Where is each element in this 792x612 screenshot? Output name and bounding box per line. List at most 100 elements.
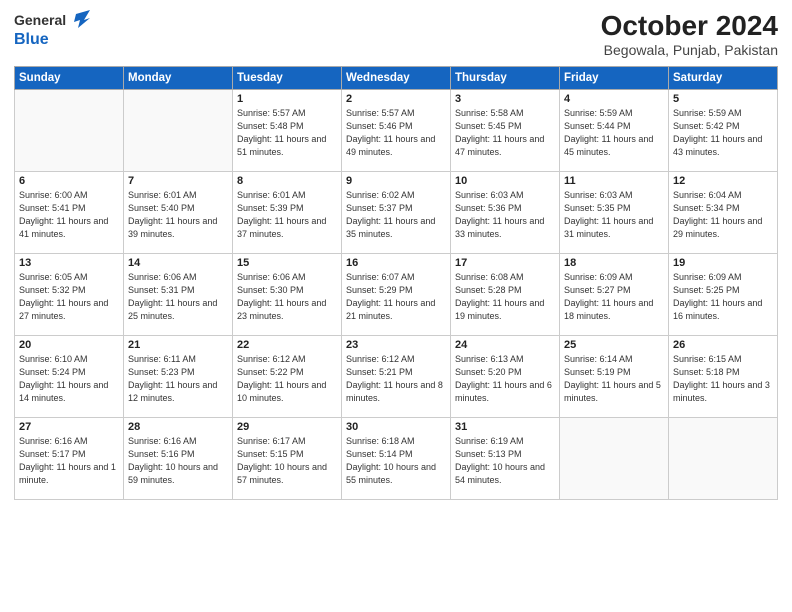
table-row: 17 Sunrise: 6:08 AM Sunset: 5:28 PM Dayli…	[451, 254, 560, 336]
day-number: 26	[673, 339, 773, 351]
day-number: 19	[673, 257, 773, 269]
day-info: Sunrise: 5:59 AM Sunset: 5:44 PM Dayligh…	[564, 107, 664, 159]
day-number: 20	[19, 339, 119, 351]
day-info: Sunrise: 6:15 AM Sunset: 5:18 PM Dayligh…	[673, 353, 773, 405]
table-row: 14 Sunrise: 6:06 AM Sunset: 5:31 PM Dayli…	[124, 254, 233, 336]
table-row: 5 Sunrise: 5:59 AM Sunset: 5:42 PM Daylig…	[669, 90, 778, 172]
day-info: Sunrise: 6:17 AM Sunset: 5:15 PM Dayligh…	[237, 435, 337, 487]
table-row: 15 Sunrise: 6:06 AM Sunset: 5:30 PM Dayli…	[233, 254, 342, 336]
day-number: 29	[237, 421, 337, 433]
day-info: Sunrise: 5:59 AM Sunset: 5:42 PM Dayligh…	[673, 107, 773, 159]
day-number: 10	[455, 175, 555, 187]
table-row: 29 Sunrise: 6:17 AM Sunset: 5:15 PM Dayli…	[233, 418, 342, 500]
day-info: Sunrise: 6:16 AM Sunset: 5:16 PM Dayligh…	[128, 435, 228, 487]
day-number: 5	[673, 93, 773, 105]
day-info: Sunrise: 6:12 AM Sunset: 5:22 PM Dayligh…	[237, 353, 337, 405]
day-info: Sunrise: 6:03 AM Sunset: 5:35 PM Dayligh…	[564, 189, 664, 241]
calendar-week-row: 27 Sunrise: 6:16 AM Sunset: 5:17 PM Dayli…	[15, 418, 778, 500]
logo: General Blue	[14, 10, 90, 49]
day-info: Sunrise: 5:58 AM Sunset: 5:45 PM Dayligh…	[455, 107, 555, 159]
table-row	[669, 418, 778, 500]
day-number: 18	[564, 257, 664, 269]
calendar-week-row: 6Sunrise: 6:00 AM Sunset: 5:41 PM Daylig…	[15, 172, 778, 254]
day-number: 14	[128, 257, 228, 269]
table-row: 13 Sunrise: 6:05 AM Sunset: 5:32 PM Dayli…	[15, 254, 124, 336]
logo-blue-text: Blue	[14, 30, 90, 49]
day-number: 23	[346, 339, 446, 351]
table-row: 30Sunrise: 6:18 AM Sunset: 5:14 PM Dayli…	[342, 418, 451, 500]
day-info: Sunrise: 6:00 AM Sunset: 5:41 PM Dayligh…	[19, 189, 119, 241]
day-info: Sunrise: 6:19 AM Sunset: 5:13 PM Dayligh…	[455, 435, 555, 487]
table-row: 26 Sunrise: 6:15 AM Sunset: 5:18 PM Dayli…	[669, 336, 778, 418]
location-subtitle: Begowala, Punjab, Pakistan	[601, 42, 778, 58]
day-info: Sunrise: 6:13 AM Sunset: 5:20 PM Dayligh…	[455, 353, 555, 405]
col-wednesday: Wednesday	[342, 67, 451, 90]
table-row: 6Sunrise: 6:00 AM Sunset: 5:41 PM Daylig…	[15, 172, 124, 254]
day-info: Sunrise: 6:18 AM Sunset: 5:14 PM Dayligh…	[346, 435, 446, 487]
day-info: Sunrise: 6:01 AM Sunset: 5:39 PM Dayligh…	[237, 189, 337, 241]
table-row: 1Sunrise: 5:57 AM Sunset: 5:48 PM Daylig…	[233, 90, 342, 172]
logo-general-text: General	[14, 12, 66, 29]
col-saturday: Saturday	[669, 67, 778, 90]
table-row: 2 Sunrise: 5:57 AM Sunset: 5:46 PM Daylig…	[342, 90, 451, 172]
table-row: 20 Sunrise: 6:10 AM Sunset: 5:24 PM Dayli…	[15, 336, 124, 418]
table-row: 31 Sunrise: 6:19 AM Sunset: 5:13 PM Dayli…	[451, 418, 560, 500]
day-number: 12	[673, 175, 773, 187]
table-row: 10Sunrise: 6:03 AM Sunset: 5:36 PM Dayli…	[451, 172, 560, 254]
day-info: Sunrise: 6:14 AM Sunset: 5:19 PM Dayligh…	[564, 353, 664, 405]
day-info: Sunrise: 6:09 AM Sunset: 5:25 PM Dayligh…	[673, 271, 773, 323]
table-row: 23Sunrise: 6:12 AM Sunset: 5:21 PM Dayli…	[342, 336, 451, 418]
day-number: 4	[564, 93, 664, 105]
table-row: 18 Sunrise: 6:09 AM Sunset: 5:27 PM Dayli…	[560, 254, 669, 336]
calendar-header-row: Sunday Monday Tuesday Wednesday Thursday…	[15, 67, 778, 90]
day-info: Sunrise: 5:57 AM Sunset: 5:46 PM Dayligh…	[346, 107, 446, 159]
day-number: 31	[455, 421, 555, 433]
day-info: Sunrise: 6:02 AM Sunset: 5:37 PM Dayligh…	[346, 189, 446, 241]
table-row	[15, 90, 124, 172]
table-row: 25Sunrise: 6:14 AM Sunset: 5:19 PM Dayli…	[560, 336, 669, 418]
day-number: 8	[237, 175, 337, 187]
col-sunday: Sunday	[15, 67, 124, 90]
table-row	[124, 90, 233, 172]
table-row: 7Sunrise: 6:01 AM Sunset: 5:40 PM Daylig…	[124, 172, 233, 254]
table-row: 24Sunrise: 6:13 AM Sunset: 5:20 PM Dayli…	[451, 336, 560, 418]
title-area: October 2024 Begowala, Punjab, Pakistan	[601, 10, 778, 58]
day-number: 17	[455, 257, 555, 269]
day-info: Sunrise: 6:08 AM Sunset: 5:28 PM Dayligh…	[455, 271, 555, 323]
table-row: 21 Sunrise: 6:11 AM Sunset: 5:23 PM Dayli…	[124, 336, 233, 418]
day-number: 13	[19, 257, 119, 269]
day-number: 28	[128, 421, 228, 433]
day-number: 15	[237, 257, 337, 269]
table-row: 4 Sunrise: 5:59 AM Sunset: 5:44 PM Daylig…	[560, 90, 669, 172]
table-row: 12Sunrise: 6:04 AM Sunset: 5:34 PM Dayli…	[669, 172, 778, 254]
logo-bird-icon	[68, 10, 90, 30]
table-row	[560, 418, 669, 500]
day-number: 21	[128, 339, 228, 351]
day-number: 16	[346, 257, 446, 269]
col-tuesday: Tuesday	[233, 67, 342, 90]
col-monday: Monday	[124, 67, 233, 90]
day-info: Sunrise: 6:05 AM Sunset: 5:32 PM Dayligh…	[19, 271, 119, 323]
day-number: 27	[19, 421, 119, 433]
day-info: Sunrise: 6:11 AM Sunset: 5:23 PM Dayligh…	[128, 353, 228, 405]
day-info: Sunrise: 6:06 AM Sunset: 5:30 PM Dayligh…	[237, 271, 337, 323]
day-info: Sunrise: 6:07 AM Sunset: 5:29 PM Dayligh…	[346, 271, 446, 323]
table-row: 11 Sunrise: 6:03 AM Sunset: 5:35 PM Dayli…	[560, 172, 669, 254]
col-friday: Friday	[560, 67, 669, 90]
day-number: 2	[346, 93, 446, 105]
day-info: Sunrise: 6:16 AM Sunset: 5:17 PM Dayligh…	[19, 435, 119, 487]
calendar-week-row: 1Sunrise: 5:57 AM Sunset: 5:48 PM Daylig…	[15, 90, 778, 172]
table-row: 8 Sunrise: 6:01 AM Sunset: 5:39 PM Daylig…	[233, 172, 342, 254]
day-info: Sunrise: 6:10 AM Sunset: 5:24 PM Dayligh…	[19, 353, 119, 405]
table-row: 28 Sunrise: 6:16 AM Sunset: 5:16 PM Dayli…	[124, 418, 233, 500]
table-row: 22Sunrise: 6:12 AM Sunset: 5:22 PM Dayli…	[233, 336, 342, 418]
page-header: General Blue October 2024 Begowala, Punj…	[14, 10, 778, 58]
table-row: 3Sunrise: 5:58 AM Sunset: 5:45 PM Daylig…	[451, 90, 560, 172]
calendar-table: Sunday Monday Tuesday Wednesday Thursday…	[14, 66, 778, 500]
day-info: Sunrise: 6:06 AM Sunset: 5:31 PM Dayligh…	[128, 271, 228, 323]
day-number: 11	[564, 175, 664, 187]
table-row: 19 Sunrise: 6:09 AM Sunset: 5:25 PM Dayli…	[669, 254, 778, 336]
day-number: 1	[237, 93, 337, 105]
table-row: 9Sunrise: 6:02 AM Sunset: 5:37 PM Daylig…	[342, 172, 451, 254]
day-info: Sunrise: 6:09 AM Sunset: 5:27 PM Dayligh…	[564, 271, 664, 323]
